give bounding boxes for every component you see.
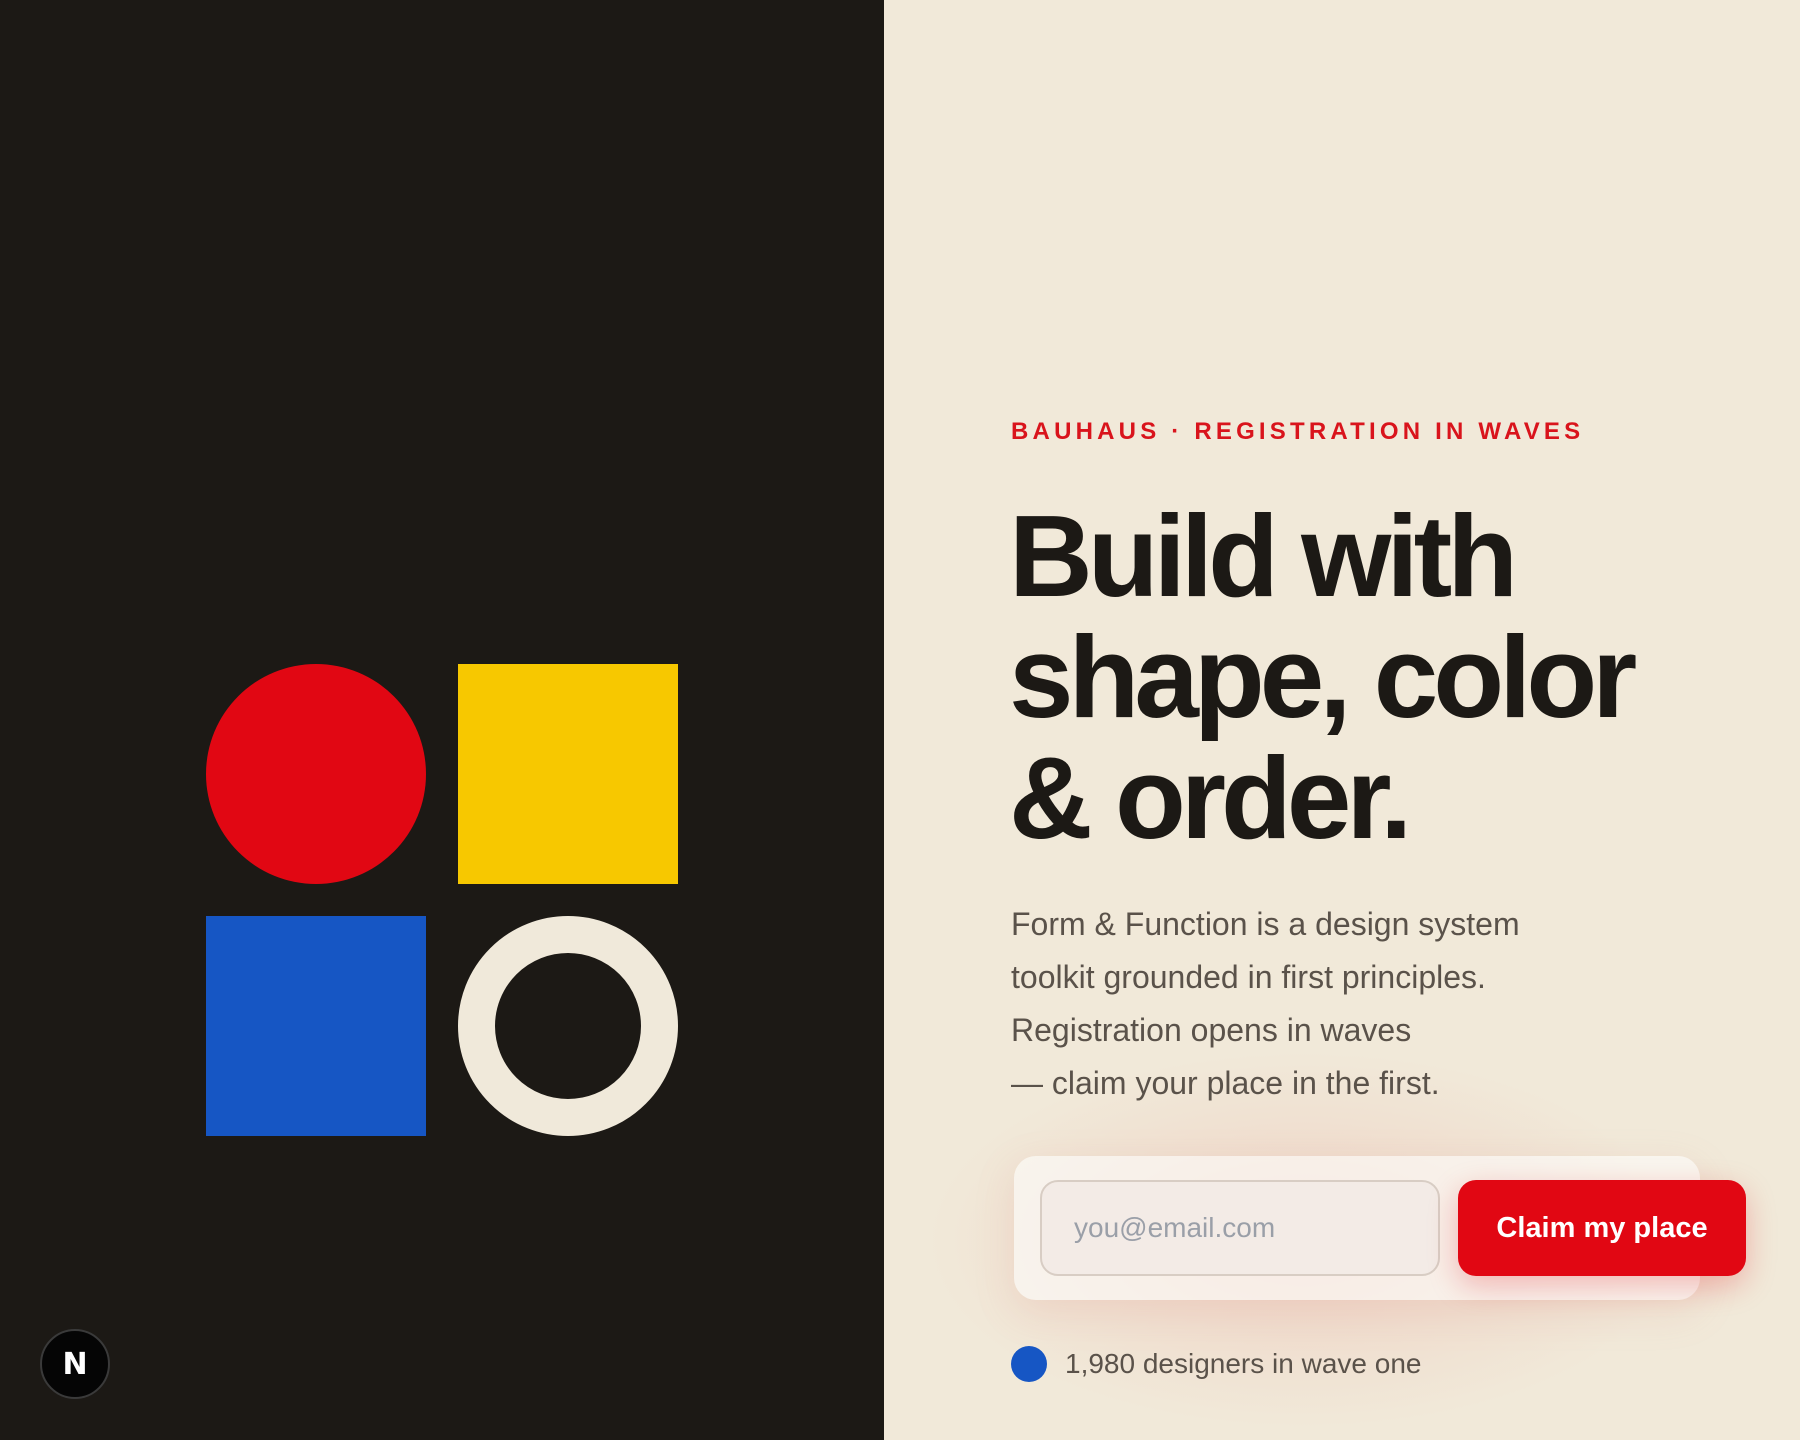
- eyebrow-label: BAUHAUS · REGISTRATION IN WAVES: [1011, 418, 1585, 445]
- n-logo-icon[interactable]: N: [40, 1329, 110, 1399]
- description-line: Registration opens in waves: [1011, 1012, 1412, 1048]
- description-line: toolkit grounded in first principles.: [1011, 959, 1486, 995]
- description: Form & Function is a design system toolk…: [1011, 898, 1571, 1110]
- headline-line: Build with: [1009, 491, 1518, 621]
- shapes-panel: N: [0, 0, 884, 1440]
- red-circle-shape: [206, 664, 426, 884]
- signup-panel: BAUHAUS · REGISTRATION IN WAVES Build wi…: [884, 0, 1800, 1440]
- page-title: Build with shape, color & order.: [1009, 496, 1769, 859]
- wave-counter: 1,980 designers in wave one: [1011, 1346, 1421, 1382]
- counter-text: 1,980 designers in wave one: [1065, 1348, 1422, 1379]
- description-line: — claim your place in the first.: [1011, 1065, 1440, 1101]
- landing-page: N BAUHAUS · REGISTRATION IN WAVES Build …: [0, 0, 1800, 1440]
- yellow-square-shape: [458, 664, 678, 884]
- badge-letter: N: [62, 1346, 88, 1382]
- claim-place-button[interactable]: Claim my place: [1458, 1180, 1746, 1276]
- blue-dot-icon: [1011, 1346, 1047, 1382]
- description-line: Form & Function is a design system: [1011, 906, 1520, 942]
- headline-line: shape, color: [1009, 612, 1637, 742]
- email-field[interactable]: [1040, 1180, 1440, 1276]
- headline-line: & order.: [1009, 733, 1412, 863]
- cream-ring-shape: [458, 916, 678, 1136]
- blue-square-shape: [206, 916, 426, 1136]
